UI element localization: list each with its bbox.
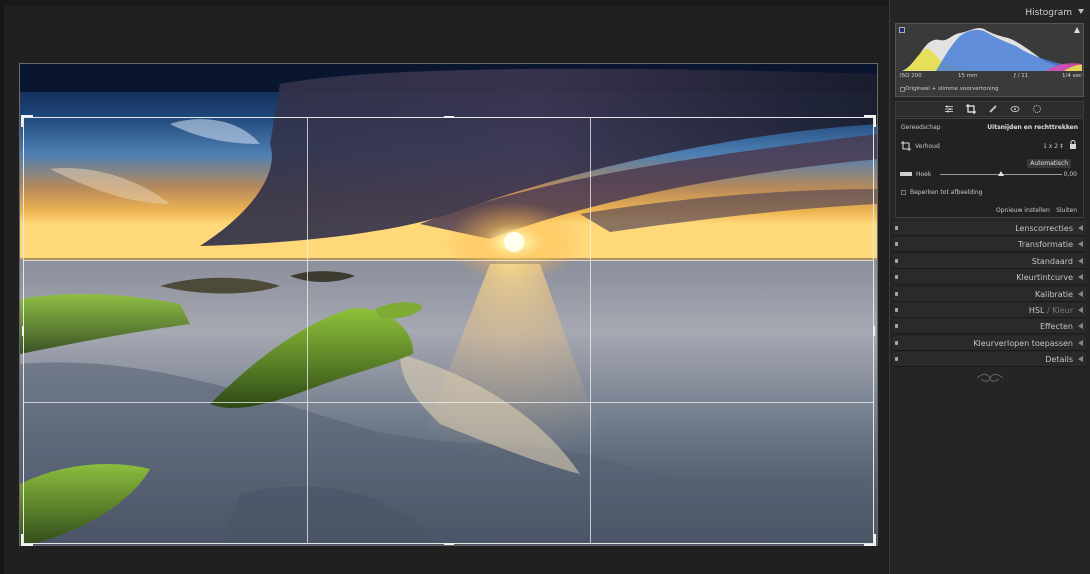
crop-handle-top-right[interactable] bbox=[864, 115, 876, 127]
section-lenscorrecties[interactable]: Lenscorrecties bbox=[893, 221, 1086, 236]
constrain-label: Beperken tot afbeelding bbox=[910, 189, 983, 196]
section-label: HSL / Kleur bbox=[1028, 306, 1073, 315]
histogram[interactable]: ISO 200 15 mm ƒ / 11 1/4 sec Origineel +… bbox=[895, 23, 1084, 97]
aperture-value: ƒ / 11 bbox=[1014, 73, 1029, 79]
highlight-clipping-icon[interactable] bbox=[1074, 27, 1080, 33]
expand-triangle-icon[interactable] bbox=[1078, 356, 1083, 363]
crop-handle-bottom-right[interactable] bbox=[864, 534, 876, 546]
section-hsl[interactable]: HSL / Kleur bbox=[893, 303, 1086, 318]
tool-strip bbox=[895, 101, 1084, 117]
section-kalibratie[interactable]: Kalibratie bbox=[893, 286, 1086, 302]
focal-length: 15 mm bbox=[958, 73, 978, 79]
grid-line-vertical bbox=[590, 118, 591, 543]
crop-tool-icon[interactable] bbox=[966, 104, 976, 114]
top-toolbar-strip bbox=[0, 0, 889, 6]
crop-handle-top-left[interactable] bbox=[21, 115, 33, 127]
constrain-checkbox[interactable] bbox=[901, 190, 906, 195]
original-preview-label: Origineel + slimme voorvertoning bbox=[905, 86, 999, 92]
iso-value: ISO 200 bbox=[900, 73, 922, 79]
section-effecten[interactable]: Effecten bbox=[893, 319, 1086, 335]
section-toggle-switch-icon[interactable] bbox=[895, 275, 898, 280]
section-toggle-switch-icon[interactable] bbox=[895, 308, 898, 312]
section-toggle-switch-icon[interactable] bbox=[895, 340, 898, 345]
section-toggle-switch-icon[interactable] bbox=[895, 357, 898, 362]
left-panel-edge[interactable] bbox=[0, 0, 4, 574]
section-kleurverlopen-toepassen[interactable]: Kleurverlopen toepassen bbox=[893, 335, 1086, 351]
crop-frame-icon[interactable] bbox=[901, 141, 911, 151]
section-label: Kleurverlopen toepassen bbox=[973, 338, 1073, 348]
section-kleurtintcurve[interactable]: Kleurtintcurve bbox=[893, 270, 1086, 286]
expand-triangle-icon[interactable] bbox=[1078, 307, 1083, 313]
section-label: Kleurtintcurve bbox=[1016, 273, 1073, 283]
redeye-icon[interactable] bbox=[1010, 104, 1020, 114]
crop-handle-top[interactable] bbox=[444, 116, 454, 118]
histogram-graph bbox=[902, 28, 1082, 71]
section-standaard[interactable]: Standaard bbox=[893, 253, 1086, 269]
expand-triangle-icon[interactable] bbox=[1078, 339, 1083, 346]
reset-button[interactable]: Opnieuw instellen bbox=[996, 207, 1050, 214]
auto-straighten-button[interactable]: Automatisch bbox=[1027, 159, 1071, 168]
tool-name: Uitsnijden en rechttrekken bbox=[987, 124, 1078, 131]
shadow-clipping-icon[interactable] bbox=[899, 27, 905, 33]
angle-label: Hoek bbox=[916, 171, 932, 178]
expand-triangle-icon[interactable] bbox=[1078, 323, 1083, 330]
panel-end-ornament-icon bbox=[976, 373, 1004, 382]
section-label: Lenscorrecties bbox=[1015, 224, 1073, 233]
section-transformatie[interactable]: Transformatie bbox=[893, 237, 1086, 253]
section-label: Details bbox=[1045, 355, 1073, 365]
grid-line-horizontal bbox=[24, 402, 873, 403]
expand-triangle-icon[interactable] bbox=[1078, 290, 1083, 297]
healing-brush-icon[interactable] bbox=[988, 104, 998, 114]
angle-value[interactable]: 0,00 bbox=[1064, 171, 1077, 178]
right-panel: Histogram ISO 200 15 mm ƒ / 11 1/4 sec O… bbox=[889, 0, 1090, 574]
section-label: Transformatie bbox=[1018, 240, 1073, 250]
section-label-suffix: / Kleur bbox=[1044, 306, 1073, 315]
section-toggle-switch-icon[interactable] bbox=[895, 258, 898, 263]
lock-icon[interactable] bbox=[1069, 140, 1077, 150]
image-canvas-area bbox=[0, 0, 889, 574]
tool-label: Gereedschap bbox=[901, 124, 941, 131]
aspect-label: Verhoud bbox=[915, 143, 940, 150]
crop-overlay[interactable] bbox=[21, 115, 876, 546]
section-toggle-switch-icon[interactable] bbox=[895, 291, 898, 296]
shutter-value: 1/4 sec bbox=[1062, 73, 1082, 79]
expand-triangle-icon[interactable] bbox=[1078, 241, 1083, 248]
section-toggle-switch-icon[interactable] bbox=[895, 242, 898, 247]
crop-handle-bottom[interactable] bbox=[444, 543, 454, 545]
grid-line-vertical bbox=[307, 118, 308, 543]
crop-handle-left[interactable] bbox=[22, 326, 24, 336]
expand-triangle-icon[interactable] bbox=[1078, 274, 1083, 281]
histogram-title: Histogram bbox=[1025, 8, 1072, 18]
section-toggle-switch-icon[interactable] bbox=[895, 324, 898, 329]
section-label: Effecten bbox=[1039, 322, 1073, 332]
section-details[interactable]: Details bbox=[893, 352, 1086, 368]
sliders-icon[interactable] bbox=[944, 104, 954, 114]
crop-settings-panel: Gereedschap Uitsnijden en rechttrekken V… bbox=[895, 118, 1084, 218]
grid-line-horizontal bbox=[24, 260, 873, 261]
expand-triangle-icon[interactable] bbox=[1078, 225, 1083, 231]
section-label: Standaard bbox=[1031, 256, 1073, 266]
angle-slider-thumb[interactable] bbox=[998, 171, 1004, 176]
section-toggle-switch-icon[interactable] bbox=[895, 226, 898, 230]
close-button[interactable]: Sluiten bbox=[1056, 207, 1077, 214]
collapse-triangle-icon[interactable] bbox=[1078, 9, 1084, 14]
expand-triangle-icon[interactable] bbox=[1078, 257, 1083, 264]
section-label: Kalibratie bbox=[1034, 289, 1073, 299]
masking-icon[interactable] bbox=[1032, 104, 1042, 114]
aspect-select[interactable]: 1 x 2 ‡ bbox=[1043, 143, 1063, 150]
crop-handle-right[interactable] bbox=[873, 326, 875, 336]
crop-handle-bottom-left[interactable] bbox=[21, 534, 33, 546]
level-icon[interactable] bbox=[900, 171, 912, 177]
